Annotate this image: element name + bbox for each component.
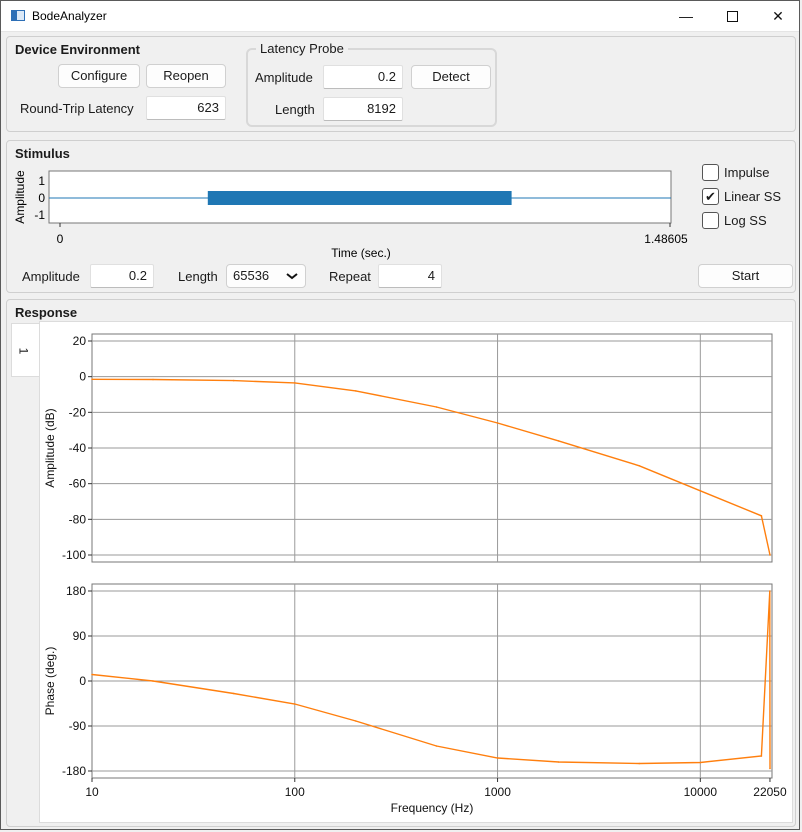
phase-data-point: [91, 673, 93, 676]
impulse-checkbox[interactable]: [702, 164, 719, 181]
amplitude-ytick-label: -100: [62, 548, 86, 562]
phase-ytick-label: -90: [69, 719, 87, 733]
phase-x-axis-label: Frequency (Hz): [391, 801, 474, 815]
maximize-button[interactable]: [709, 1, 755, 31]
phase-data-point: [557, 761, 560, 763]
amplitude-data-point: [152, 378, 154, 381]
phase-data-point: [435, 745, 438, 747]
configure-button[interactable]: Configure: [58, 64, 140, 88]
amplitude-data-point: [557, 440, 560, 442]
stimulus-length-label: Length: [178, 269, 218, 284]
phase-data-point: [496, 757, 499, 759]
probe-amplitude-field[interactable]: 0.2: [323, 65, 403, 89]
stimulus-ytick-1: 1: [38, 174, 45, 188]
device-environment-title: Device Environment: [15, 42, 140, 57]
phase-data-point: [699, 761, 702, 764]
app-icon: [11, 10, 25, 21]
phase-xtick-label: 10: [85, 785, 99, 799]
title-bar: BodeAnalyzer — ✕: [1, 1, 799, 32]
stimulus-length-value: 65536: [233, 268, 270, 283]
phase-ytick-label: 180: [66, 584, 86, 598]
amplitude-data-point: [760, 515, 763, 517]
phase-data-point: [769, 767, 771, 770]
bode-plot: 20 0 -20 -40 -60 -80 -100 Amplitude (dB) 180 90 0 -…: [43, 333, 787, 815]
app-window: BodeAnalyzer — ✕ Device Environment Conf…: [0, 0, 800, 830]
round-trip-latency-field[interactable]: 623: [146, 96, 226, 120]
log-ss-checkbox[interactable]: [702, 212, 719, 229]
amplitude-ytick-label: -60: [69, 477, 87, 491]
round-trip-latency-label: Round-Trip Latency: [20, 101, 134, 116]
check-icon: ✔: [705, 189, 716, 204]
amplitude-data-point: [435, 406, 438, 408]
stimulus-title: Stimulus: [15, 146, 70, 161]
latency-probe-title: Latency Probe: [256, 41, 348, 56]
amplitude-data-point: [638, 465, 641, 467]
response-title: Response: [15, 305, 78, 320]
repeat-label: Repeat: [329, 269, 371, 284]
detect-button[interactable]: Detect: [411, 65, 491, 89]
phase-y-axis-label: Phase (deg.): [43, 647, 57, 716]
stimulus-amplitude-field[interactable]: 0.2: [90, 264, 154, 288]
stimulus-y-axis-label: Amplitude: [13, 170, 27, 224]
phase-xtick-label: 100: [285, 785, 305, 799]
stimulus-xtick-start: 0: [57, 232, 64, 246]
stimulus-burst: [207, 191, 512, 205]
amplitude-y-axis-label: Amplitude (dB): [43, 408, 57, 487]
response-tab-1[interactable]: 1: [11, 323, 39, 377]
amplitude-ytick-label: -20: [69, 405, 87, 419]
start-button[interactable]: Start: [698, 264, 793, 288]
log-ss-label: Log SS: [724, 213, 767, 228]
impulse-label: Impulse: [724, 165, 770, 180]
phase-ytick-label: 0: [79, 674, 86, 688]
phase-data-point: [355, 720, 357, 722]
amplitude-data-point: [232, 379, 235, 382]
phase-xtick-label: 10000: [684, 785, 718, 799]
phase-xtick-label: 1000: [484, 785, 511, 799]
stimulus-length-select[interactable]: 65536: [226, 264, 306, 288]
phase-data-point: [760, 755, 763, 757]
minimize-button[interactable]: —: [663, 1, 709, 31]
close-button[interactable]: ✕: [755, 1, 801, 31]
phase-data-point: [638, 762, 641, 765]
probe-amplitude-label: Amplitude: [255, 70, 313, 85]
amplitude-data-point: [769, 554, 771, 556]
window-title: BodeAnalyzer: [32, 9, 107, 23]
amplitude-ytick-label: -40: [69, 441, 87, 455]
phase-ytick-label: -180: [62, 764, 86, 778]
phase-data-point: [769, 590, 771, 592]
chevron-down-icon: [285, 265, 299, 294]
phase-data-point: [294, 703, 296, 705]
maximize-icon: [726, 10, 738, 22]
repeat-field[interactable]: 4: [378, 264, 442, 288]
latency-probe-group: Latency Probe Amplitude 0.2 Detect Lengt…: [246, 41, 497, 127]
stimulus-amplitude-label: Amplitude: [22, 269, 80, 284]
amplitude-ytick-label: -80: [69, 512, 87, 526]
response-plot-area: 20 0 -20 -40 -60 -80 -100 Amplitude (dB) 180 90 0 -…: [39, 321, 793, 823]
stimulus-ytick-0: 0: [38, 191, 45, 205]
linear-ss-label: Linear SS: [724, 189, 782, 204]
amplitude-data-point: [91, 378, 93, 381]
probe-length-field[interactable]: 8192: [323, 97, 403, 121]
phase-data-point: [232, 692, 235, 695]
probe-length-label: Length: [275, 102, 315, 117]
amplitude-data-point: [496, 422, 499, 424]
stimulus-panel: Stimulus Amplitude 1 0 -1 0 1.48605 Time…: [6, 140, 796, 293]
stimulus-x-axis-label: Time (sec.): [331, 246, 391, 260]
linear-ss-checkbox[interactable]: ✔: [702, 188, 719, 205]
amplitude-data-point: [699, 490, 702, 492]
amplitude-data-point: [294, 382, 296, 384]
amplitude-ytick-label: 0: [79, 370, 86, 384]
phase-ytick-label: 90: [73, 629, 87, 643]
stimulus-ytick-neg1: -1: [34, 208, 45, 222]
amplitude-data-point: [355, 390, 357, 392]
stimulus-xtick-end: 1.48605: [644, 232, 688, 246]
phase-xtick-label: 22050: [753, 785, 787, 799]
amplitude-ytick-label: 20: [73, 334, 87, 348]
reopen-button[interactable]: Reopen: [146, 64, 226, 88]
device-environment-panel: Device Environment Configure Reopen Roun…: [6, 36, 796, 132]
phase-data-point: [152, 680, 154, 682]
